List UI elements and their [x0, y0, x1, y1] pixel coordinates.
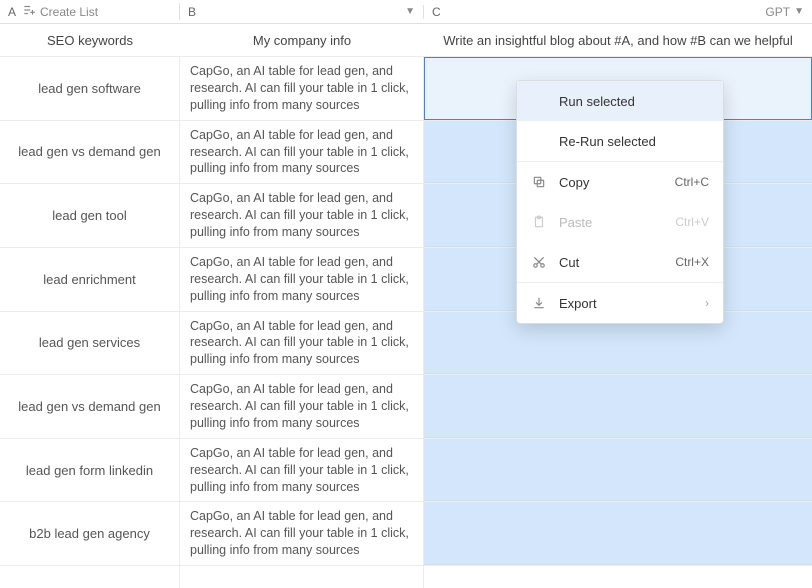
empty-cell[interactable]: [0, 566, 180, 588]
output-cell-selected[interactable]: [424, 375, 812, 438]
keyword-cell[interactable]: lead gen vs demand gen: [0, 121, 180, 184]
gpt-selector[interactable]: GPT ▼: [765, 5, 804, 19]
company-cell[interactable]: CapGo, an AI table for lead gen, and res…: [180, 121, 424, 184]
menu-shortcut: Ctrl+X: [675, 255, 709, 269]
table-row: lead gen form linkedin CapGo, an AI tabl…: [0, 438, 812, 502]
create-list-label: Create List: [40, 5, 98, 19]
menu-label: Run selected: [559, 94, 709, 109]
output-cell-selected[interactable]: [424, 439, 812, 502]
keyword-cell[interactable]: b2b lead gen agency: [0, 502, 180, 565]
keyword-cell[interactable]: lead gen tool: [0, 184, 180, 247]
company-cell[interactable]: CapGo, an AI table for lead gen, and res…: [180, 248, 424, 311]
menu-shortcut: Ctrl+C: [675, 175, 709, 189]
company-cell[interactable]: CapGo, an AI table for lead gen, and res…: [180, 502, 424, 565]
table-row-empty: [0, 565, 812, 587]
menu-label: Paste: [559, 215, 663, 230]
menu-copy[interactable]: Copy Ctrl+C: [517, 162, 723, 202]
empty-cell[interactable]: [180, 566, 424, 588]
chevron-down-icon[interactable]: ▼: [405, 6, 415, 17]
gpt-label: GPT: [765, 5, 790, 19]
chevron-down-icon: ▼: [794, 6, 804, 17]
keyword-cell[interactable]: lead gen form linkedin: [0, 439, 180, 502]
keyword-cell[interactable]: lead gen software: [0, 57, 180, 120]
menu-paste: Paste Ctrl+V: [517, 202, 723, 242]
table-row: lead gen vs demand gen CapGo, an AI tabl…: [0, 374, 812, 438]
menu-label: Re-Run selected: [559, 134, 709, 149]
col-c-title[interactable]: Write an insightful blog about #A, and h…: [424, 33, 812, 48]
table-row: b2b lead gen agency CapGo, an AI table f…: [0, 501, 812, 565]
keyword-cell[interactable]: lead gen vs demand gen: [0, 375, 180, 438]
menu-rerun-selected[interactable]: Re-Run selected: [517, 121, 723, 161]
output-cell-selected[interactable]: [424, 502, 812, 565]
list-add-icon: [22, 3, 36, 20]
copy-icon: [531, 175, 547, 189]
chevron-right-icon: ›: [705, 296, 709, 310]
paste-icon: [531, 215, 547, 229]
column-header-row: A Create List B ▼ C GPT ▼: [0, 0, 812, 24]
title-row: SEO keywords My company info Write an in…: [0, 24, 812, 56]
cut-icon: [531, 255, 547, 269]
menu-shortcut: Ctrl+V: [675, 215, 709, 229]
menu-run-selected[interactable]: Run selected: [517, 81, 723, 121]
create-list-button[interactable]: Create List: [22, 3, 98, 20]
keyword-cell[interactable]: lead gen services: [0, 312, 180, 375]
keyword-cell[interactable]: lead enrichment: [0, 248, 180, 311]
col-b-title[interactable]: My company info: [180, 33, 424, 48]
company-cell[interactable]: CapGo, an AI table for lead gen, and res…: [180, 375, 424, 438]
menu-label: Export: [559, 296, 693, 311]
download-icon: [531, 296, 547, 310]
col-a-letter: A: [8, 5, 16, 19]
company-cell[interactable]: CapGo, an AI table for lead gen, and res…: [180, 57, 424, 120]
company-cell[interactable]: CapGo, an AI table for lead gen, and res…: [180, 184, 424, 247]
col-c-letter: C: [432, 5, 441, 19]
col-a-title[interactable]: SEO keywords: [0, 33, 180, 48]
menu-cut[interactable]: Cut Ctrl+X: [517, 242, 723, 282]
menu-export[interactable]: Export ›: [517, 283, 723, 323]
empty-cell[interactable]: [424, 566, 812, 588]
company-cell[interactable]: CapGo, an AI table for lead gen, and res…: [180, 312, 424, 375]
context-menu: Run selected Re-Run selected Copy Ctrl+C…: [516, 80, 724, 324]
menu-label: Cut: [559, 255, 663, 270]
menu-label: Copy: [559, 175, 663, 190]
company-cell[interactable]: CapGo, an AI table for lead gen, and res…: [180, 439, 424, 502]
col-b-letter: B: [188, 5, 196, 19]
